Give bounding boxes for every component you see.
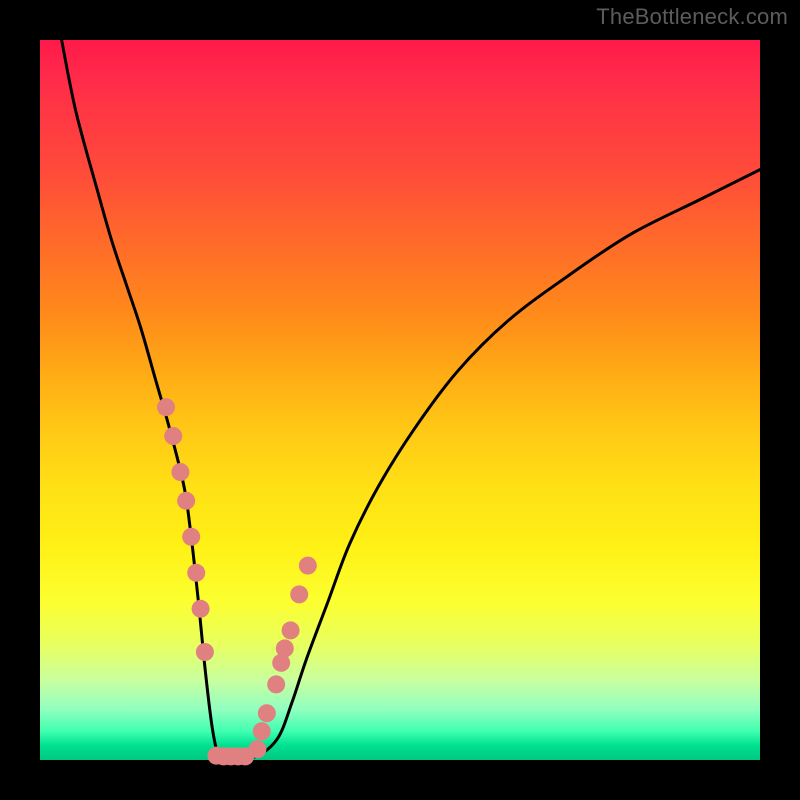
marker-dot [248,740,266,758]
marker-dot [299,557,317,575]
marker-dot [258,704,276,722]
plot-area [40,40,760,760]
chart-svg [40,40,760,760]
marker-dot [171,463,189,481]
marker-dot [282,621,300,639]
marker-dot [276,639,294,657]
marker-dot [187,564,205,582]
marker-dot [267,675,285,693]
watermark-text: TheBottleneck.com [596,6,788,28]
marker-dot [196,643,214,661]
marker-dot [253,722,271,740]
marker-dot [164,427,182,445]
marker-dot [157,398,175,416]
chart-stage: TheBottleneck.com [0,0,800,800]
marker-dot [290,585,308,603]
marker-dot [192,600,210,618]
marker-dot [182,528,200,546]
curve-markers [157,398,317,765]
marker-dot [177,492,195,510]
